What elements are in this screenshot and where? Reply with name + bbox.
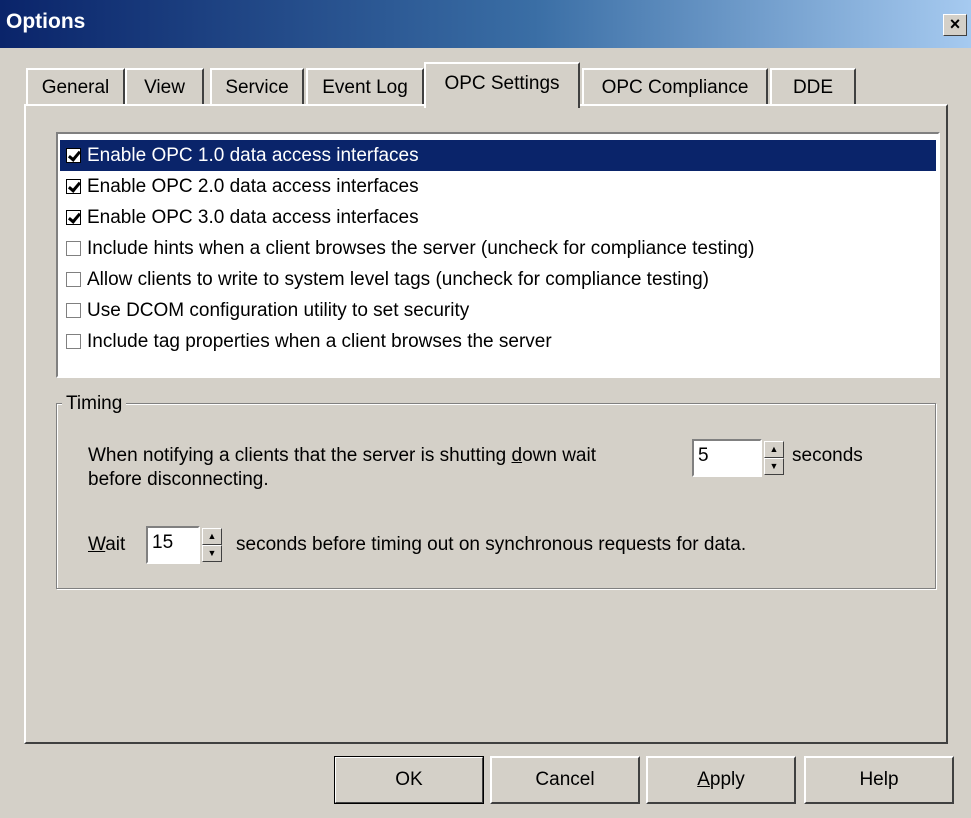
option-use-dcom[interactable]: Use DCOM configuration utility to set se… [60, 295, 936, 326]
option-label: Include hints when a client browses the … [87, 237, 755, 259]
checkbox-checked-icon[interactable] [66, 179, 81, 194]
option-opc-1[interactable]: Enable OPC 1.0 data access interfaces [60, 140, 936, 171]
button-label: pply [709, 769, 745, 790]
tab-label: OPC Settings [444, 73, 560, 94]
button-label: Cancel [535, 769, 595, 790]
option-label: Enable OPC 1.0 data access interfaces [87, 144, 419, 166]
ok-button[interactable]: OK [334, 756, 484, 804]
input-value: 5 [698, 445, 709, 466]
request-timeout-spinner[interactable]: ▲ ▼ [202, 528, 222, 562]
label-part: ait [105, 534, 126, 555]
button-mnemonic: A [697, 769, 710, 790]
checkbox-unchecked-icon[interactable] [66, 334, 81, 349]
spin-up-icon[interactable]: ▲ [202, 528, 222, 545]
checkbox-unchecked-icon[interactable] [66, 241, 81, 256]
tab-label: DDE [792, 77, 834, 98]
title-bar: Options × [0, 0, 971, 48]
shutdown-wait-label: When notifying a clients that the server… [88, 445, 596, 467]
option-allow-write-system-tags[interactable]: Allow clients to write to system level t… [60, 264, 936, 295]
spin-up-icon[interactable]: ▲ [764, 441, 784, 458]
button-label: OK [395, 769, 423, 790]
checkbox-checked-icon[interactable] [66, 210, 81, 225]
opc-options-checklist[interactable]: Enable OPC 1.0 data access interfaces En… [56, 132, 940, 378]
request-timeout-label: seconds before timing out on synchronous… [236, 534, 747, 555]
tab-service[interactable]: Service [210, 68, 304, 106]
spin-down-icon[interactable]: ▼ [764, 458, 784, 475]
tab-label: View [144, 77, 185, 98]
tab-opc-compliance[interactable]: OPC Compliance [582, 68, 768, 106]
shutdown-wait-input[interactable]: 5 [692, 439, 762, 477]
tab-general[interactable]: General [26, 68, 125, 106]
close-button[interactable]: × [943, 14, 967, 36]
shutdown-wait-label-line2: before disconnecting. [88, 469, 269, 490]
option-label: Allow clients to write to system level t… [87, 268, 709, 290]
option-label: Include tag properties when a client bro… [87, 330, 552, 352]
tab-event-log[interactable]: Event Log [306, 68, 424, 106]
checkbox-unchecked-icon[interactable] [66, 272, 81, 287]
close-icon: × [949, 14, 961, 34]
option-include-tag-properties[interactable]: Include tag properties when a client bro… [60, 326, 936, 357]
tab-label: Event Log [322, 77, 408, 98]
label-mnemonic: d [511, 445, 523, 466]
checkbox-unchecked-icon[interactable] [66, 303, 81, 318]
spin-down-icon[interactable]: ▼ [202, 545, 222, 562]
tab-label: Service [225, 77, 289, 98]
label-part: When notifying a clients that the server… [88, 445, 512, 466]
label-part: own wait [522, 445, 596, 466]
checkbox-checked-icon[interactable] [66, 148, 81, 163]
label-mnemonic: W [88, 534, 106, 555]
shutdown-wait-units: seconds [792, 445, 863, 466]
window-title: Options [6, 10, 86, 33]
apply-button[interactable]: Apply [646, 756, 796, 804]
timing-legend: Timing [62, 393, 127, 415]
button-label: Help [859, 769, 899, 790]
option-label: Enable OPC 3.0 data access interfaces [87, 206, 419, 228]
tab-dde[interactable]: DDE [770, 68, 856, 106]
request-timeout-input[interactable]: 15 [146, 526, 200, 564]
tab-label: General [41, 77, 110, 98]
tab-view[interactable]: View [125, 68, 204, 106]
option-include-hints[interactable]: Include hints when a client browses the … [60, 233, 936, 264]
input-value: 15 [152, 532, 174, 553]
options-dialog: Options × General View Service Event Log… [0, 0, 971, 818]
tab-opc-settings[interactable]: OPC Settings [424, 62, 580, 108]
wait-label: Wait [88, 534, 125, 556]
option-opc-3[interactable]: Enable OPC 3.0 data access interfaces [60, 202, 936, 233]
cancel-button[interactable]: Cancel [490, 756, 640, 804]
option-label: Enable OPC 2.0 data access interfaces [87, 175, 419, 197]
help-button[interactable]: Help [804, 756, 954, 804]
tab-label: OPC Compliance [601, 77, 749, 98]
option-label: Use DCOM configuration utility to set se… [87, 299, 470, 321]
shutdown-wait-spinner[interactable]: ▲ ▼ [764, 441, 784, 475]
option-opc-2[interactable]: Enable OPC 2.0 data access interfaces [60, 171, 936, 202]
